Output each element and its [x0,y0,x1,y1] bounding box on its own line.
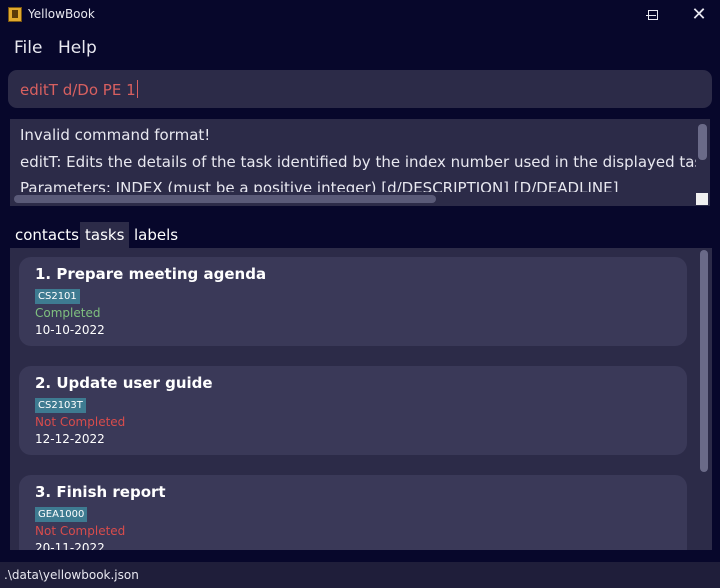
task-date: 20-11-2022 [35,541,105,550]
result-display: Invalid command format! editT: Edits the… [10,119,710,206]
task-tag: CS2101 [35,289,80,304]
command-input[interactable]: editT d/Do PE 1 [20,80,138,99]
menu-bar: File Help [0,30,720,66]
menu-file[interactable]: File [14,38,42,58]
task-status: Completed [35,306,101,320]
title-bar: YellowBook ✕ [0,0,720,30]
status-bar: .\data\yellowbook.json [0,562,720,588]
task-card[interactable]: 1. Prepare meeting agenda CS2101 Complet… [19,257,687,346]
window-title: YellowBook [28,7,95,21]
tab-contacts[interactable]: contacts [10,222,84,248]
task-tag: GEA1000 [35,507,88,522]
maximize-button[interactable] [630,0,676,30]
text-caret [136,80,138,98]
task-list-scrollbar-thumb[interactable] [700,250,708,472]
task-title: 1. Prepare meeting agenda [35,265,267,283]
task-date: 12-12-2022 [35,432,105,446]
tab-tasks[interactable]: tasks [80,222,130,248]
task-list[interactable]: 1. Prepare meeting agenda CS2101 Complet… [10,248,712,550]
task-status: Not Completed [35,415,126,429]
result-line: editT: Edits the details of the task ide… [20,153,710,171]
close-icon: ✕ [691,4,707,25]
horizontal-scrollbar-thumb[interactable] [14,195,436,203]
task-card[interactable]: 3. Finish report GEA1000 Not Completed 2… [19,475,687,550]
task-status: Not Completed [35,524,126,538]
tab-labels[interactable]: labels [129,222,183,248]
command-box[interactable]: editT d/Do PE 1 [8,70,712,108]
task-card[interactable]: 2. Update user guide CS2103T Not Complet… [19,366,687,455]
menu-help[interactable]: Help [58,38,97,58]
task-title: 3. Finish report [35,483,166,501]
app-logo-icon [8,7,22,22]
maximize-icon [648,10,658,20]
horizontal-scrollbar[interactable] [10,192,696,206]
result-line: Invalid command format! [20,126,211,144]
task-tag: CS2103T [35,398,86,413]
save-file-path: .\data\yellowbook.json [4,568,139,582]
task-title: 2. Update user guide [35,374,213,392]
vertical-scrollbar-thumb[interactable] [698,124,707,160]
command-value: editT d/Do PE 1 [20,81,136,99]
scrollbar-corner [696,193,708,205]
close-button[interactable]: ✕ [676,0,720,30]
task-date: 10-10-2022 [35,323,105,337]
